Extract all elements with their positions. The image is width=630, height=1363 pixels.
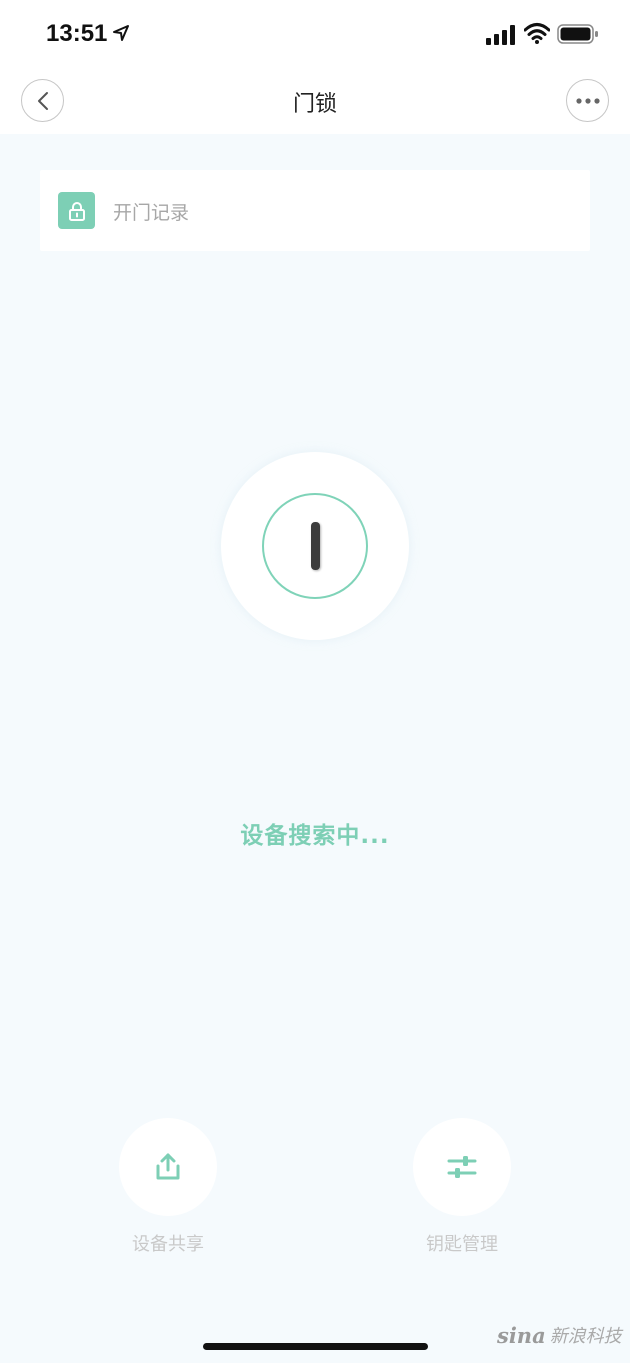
wifi-icon (524, 23, 550, 44)
lock-icon (68, 201, 85, 221)
more-button[interactable] (566, 79, 609, 122)
location-arrow-icon (113, 25, 129, 41)
unlock-records-item[interactable]: 开门记录 (40, 170, 590, 251)
key-management-label: 钥匙管理 (426, 1234, 498, 1255)
home-indicator (203, 1343, 428, 1350)
status-bar: 13:51 (0, 0, 630, 68)
search-ring (262, 493, 368, 599)
watermark-text: 新浪科技 (549, 1326, 622, 1347)
key-management-button[interactable] (413, 1118, 511, 1216)
sliders-icon (447, 1156, 477, 1178)
signal-icon (486, 25, 515, 45)
ellipsis-icon (575, 97, 600, 104)
sina-logo: sina (497, 1322, 546, 1348)
unlock-records-label: 开门记录 (113, 202, 190, 224)
lock-badge (58, 192, 95, 229)
device-share-button[interactable] (119, 1118, 217, 1216)
device-share-label: 设备共享 (132, 1234, 204, 1255)
nav-bar: 门锁 (0, 68, 630, 134)
page-title: 门锁 (292, 92, 337, 117)
watermark: sina 新浪科技 (497, 1322, 622, 1348)
device-search-indicator (221, 452, 409, 640)
spinner-icon (310, 522, 320, 570)
share-icon (156, 1153, 180, 1180)
search-status-text: 设备搜索中... (240, 823, 390, 849)
battery-icon (557, 24, 598, 44)
status-time: 13:51 (46, 20, 108, 47)
